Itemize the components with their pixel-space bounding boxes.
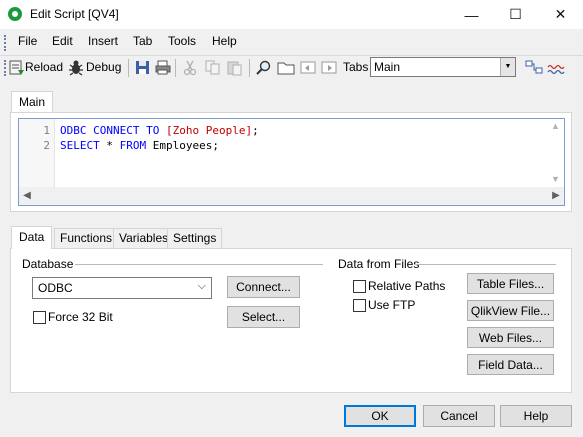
tab-right-icon[interactable] — [320, 59, 338, 76]
syntax-check-icon[interactable] — [547, 59, 565, 76]
tab-data[interactable]: Data — [11, 226, 53, 249]
help-button[interactable]: Help — [500, 405, 572, 427]
toolbar-separator — [175, 59, 176, 77]
debug-bug-icon[interactable] — [67, 59, 85, 76]
line-number: 2 — [43, 139, 50, 152]
minimize-button[interactable]: — — [449, 0, 494, 29]
tab-functions[interactable]: Functions — [54, 228, 119, 248]
toolbar-separator — [249, 59, 250, 77]
reload-icon[interactable] — [8, 59, 26, 76]
database-section-label: Database — [22, 257, 74, 271]
menu-insert[interactable]: Insert — [88, 34, 118, 48]
reload-button[interactable]: Reload — [25, 60, 63, 74]
field-data-button[interactable]: Field Data... — [467, 354, 554, 375]
debug-button[interactable]: Debug — [86, 60, 121, 74]
code-line[interactable]: ODBC CONNECT TO [Zoho People]; — [60, 124, 259, 137]
window-title: Edit Script [QV4] — [30, 7, 119, 21]
section-divider — [414, 264, 556, 265]
menu-help[interactable]: Help — [212, 34, 237, 48]
use-ftp-checkbox[interactable] — [353, 299, 366, 312]
tab-variables[interactable]: Variables — [113, 228, 175, 248]
table-viewer-icon[interactable] — [525, 59, 543, 76]
database-dropdown[interactable]: ODBC ⌵ — [32, 277, 212, 299]
relative-paths-checkbox[interactable] — [353, 280, 366, 293]
database-dropdown-value: ODBC — [38, 281, 73, 295]
force-32-bit-label: Force 32 Bit — [48, 310, 113, 324]
code-token: TO — [146, 124, 160, 137]
toolbar-divider — [0, 55, 583, 56]
qlikview-app-icon — [8, 7, 22, 21]
tab-left-icon[interactable] — [299, 59, 317, 76]
tabs-dropdown-value: Main — [374, 60, 401, 74]
code-token: FROM — [119, 139, 147, 152]
cancel-button[interactable]: Cancel — [423, 405, 495, 427]
scroll-up-icon[interactable]: ▲ — [548, 121, 563, 135]
menu-file[interactable]: File — [18, 34, 37, 48]
section-divider — [75, 264, 323, 265]
code-token: ODBC — [60, 124, 94, 137]
code-token: CONNECT — [93, 124, 140, 137]
tab-main[interactable]: Main — [11, 91, 54, 113]
tabs-label: Tabs — [343, 60, 369, 74]
menu-edit[interactable]: Edit — [52, 34, 73, 48]
cut-icon[interactable] — [181, 59, 199, 76]
print-icon[interactable] — [154, 59, 172, 76]
horizontal-scrollbar[interactable]: ◀ ▶ — [19, 187, 564, 205]
qlikview-file-button[interactable]: QlikView File... — [467, 300, 554, 321]
table-files-button[interactable]: Table Files... — [467, 273, 554, 294]
menu-tab[interactable]: Tab — [133, 34, 152, 48]
scroll-right-icon[interactable]: ▶ — [548, 187, 564, 205]
data-from-files-section-label: Data from Files — [338, 257, 420, 271]
code-token: * — [99, 139, 120, 152]
web-files-button[interactable]: Web Files... — [467, 327, 554, 348]
search-icon[interactable] — [255, 59, 273, 76]
code-line[interactable]: SELECT * FROM Employees; — [60, 139, 219, 152]
paste-icon[interactable] — [226, 59, 244, 76]
close-button[interactable]: ✕ — [538, 0, 583, 29]
tabs-dropdown[interactable]: Main ▼ — [370, 57, 516, 77]
relative-paths-label: Relative Paths — [368, 279, 446, 293]
toolbar-grip — [4, 60, 6, 76]
line-number: 1 — [43, 124, 50, 137]
maximize-button[interactable]: ☐ — [493, 0, 538, 29]
use-ftp-label: Use FTP — [368, 298, 416, 312]
save-icon[interactable] — [134, 59, 152, 76]
chevron-down-icon[interactable]: ⌵ — [198, 280, 206, 293]
menubar-grip — [4, 35, 6, 51]
code-token: ; — [252, 124, 259, 137]
ok-button[interactable]: OK — [344, 405, 416, 427]
select-button[interactable]: Select... — [227, 306, 300, 328]
chevron-down-icon[interactable]: ▼ — [500, 58, 515, 76]
force-32-bit-checkbox[interactable] — [33, 311, 46, 324]
menu-tools[interactable]: Tools — [168, 34, 196, 48]
code-token: [Zoho People] — [165, 124, 253, 137]
scroll-down-icon[interactable]: ▼ — [548, 174, 563, 188]
folder-icon[interactable] — [277, 59, 295, 76]
connect-button[interactable]: Connect... — [227, 276, 300, 298]
copy-icon[interactable] — [204, 59, 222, 76]
toolbar-separator — [128, 59, 129, 77]
tab-settings[interactable]: Settings — [167, 228, 223, 248]
code-token: SELECT — [60, 139, 100, 152]
code-token: Employees; — [146, 139, 219, 152]
scroll-left-icon[interactable]: ◀ — [19, 187, 35, 205]
